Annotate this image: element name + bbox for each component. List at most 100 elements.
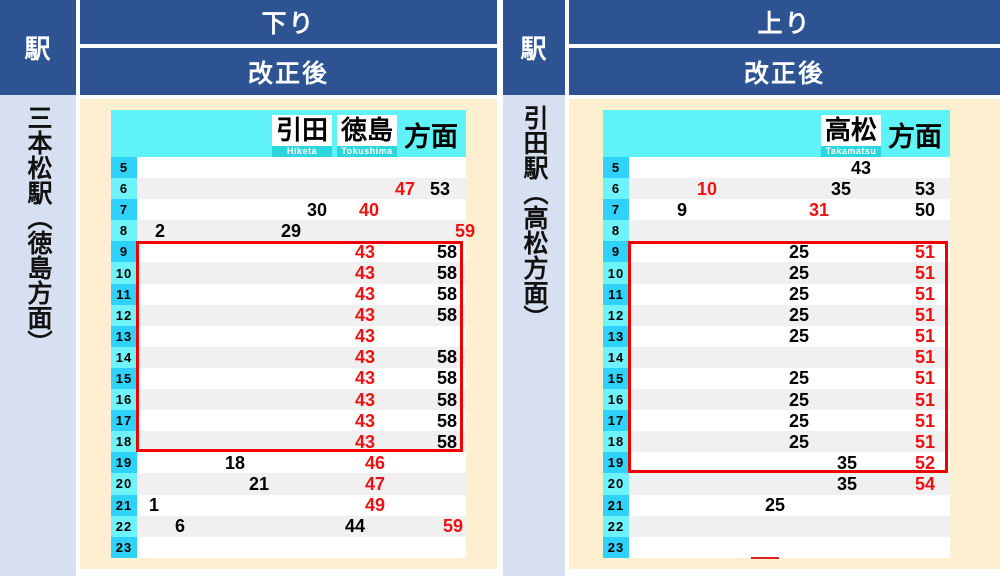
- minute-value: 35: [831, 178, 852, 199]
- departure-row: 14 51: [603, 346, 950, 368]
- minute-value: 40: [359, 199, 380, 220]
- minute-value: 29: [281, 220, 302, 241]
- departure-row: 14 43 58: [111, 346, 466, 368]
- departure-row: 5: [111, 157, 466, 179]
- hour-cell: 10: [111, 262, 137, 284]
- minute-value: 43: [355, 389, 376, 410]
- minute-cells: 43 58: [137, 305, 466, 326]
- departure-row: 23: [603, 536, 950, 558]
- minute-value: 51: [915, 305, 936, 326]
- minute-value: 58: [437, 241, 458, 262]
- minute-cells: 43 58: [137, 347, 466, 368]
- minute-value: 51: [915, 389, 936, 410]
- minute-value: 51: [915, 284, 936, 305]
- departure-row: 22: [603, 515, 950, 537]
- departure-row: 13 43: [111, 325, 466, 347]
- hour-cell: 19: [111, 452, 137, 474]
- station-name-inbound-text: 引田駅（高松方面）: [520, 105, 548, 330]
- minute-value: 54: [915, 473, 936, 494]
- minute-value: 25: [789, 241, 810, 262]
- station-column-header-outbound: 駅: [0, 0, 76, 95]
- hour-cell: 14: [603, 346, 629, 368]
- minute-value: 1: [149, 495, 160, 516]
- revision-header-outbound: 改正後: [80, 48, 497, 95]
- hour-cell: 22: [111, 515, 137, 537]
- hour-cell: 20: [111, 473, 137, 495]
- minute-value: 35: [837, 473, 858, 494]
- minute-cells: 51: [629, 347, 950, 368]
- hour-cell: 9: [603, 241, 629, 263]
- minute-value: 58: [437, 410, 458, 431]
- hour-cell: 12: [111, 304, 137, 326]
- direction-label-outbound: 下り: [261, 10, 316, 38]
- station-name-outbound-text: 三本松駅（徳島方面）: [24, 105, 52, 355]
- minute-value: 43: [355, 431, 376, 452]
- hour-cell: 13: [603, 325, 629, 347]
- hour-cell: 8: [603, 220, 629, 242]
- hour-cell: 17: [111, 410, 137, 432]
- minute-value: 47: [365, 473, 386, 494]
- minute-value: 58: [437, 389, 458, 410]
- departure-row: 16 43 58: [111, 389, 466, 411]
- hour-cell: 15: [111, 367, 137, 390]
- minute-cells: 25 51: [629, 284, 950, 305]
- minute-cells: 25 51: [629, 368, 950, 389]
- destination-romaji-takamatsu: Takamatsu: [820, 146, 881, 157]
- minute-cells: 18 46: [137, 452, 466, 473]
- destination-kanji-tokushima: 徳島: [336, 114, 397, 146]
- minute-cells: [137, 157, 466, 178]
- departure-row: 20 35 54: [603, 473, 950, 495]
- hour-cell: 15: [603, 367, 629, 390]
- minute-cells: 47 53: [137, 178, 466, 199]
- minute-cells: 43 58: [137, 368, 466, 389]
- hour-cell: 21: [111, 494, 137, 516]
- departure-row: 17 25 51: [603, 410, 950, 432]
- minute-cells: 43 58: [137, 410, 466, 431]
- minute-value: 6: [175, 516, 186, 537]
- minute-cells: 25: [629, 495, 950, 516]
- timetable-card-inbound: 高松 Takamatsu 方面 5 43 6 10 35 53 7 9 31 50 8 9 25 51 10…: [569, 99, 1000, 569]
- revision-label-inbound: 改正後: [743, 59, 825, 88]
- minute-value: 50: [915, 199, 936, 220]
- departure-row: 18 43 58: [111, 431, 466, 453]
- departure-row: 20 21 47: [111, 473, 466, 495]
- hour-cell: 7: [603, 199, 629, 221]
- destination-romaji-tokushima: Tokushima: [336, 146, 397, 157]
- departure-row: 5 43: [603, 157, 950, 179]
- destination-kanji-takamatsu: 高松: [820, 114, 881, 146]
- hour-cell: 16: [603, 389, 629, 411]
- minute-value: 58: [437, 347, 458, 368]
- station-column-outbound: 駅 三本松駅（徳島方面）: [0, 0, 76, 576]
- departure-row: 16 25 51: [603, 389, 950, 411]
- minute-cells: 21 47: [137, 473, 466, 494]
- minute-value: 44: [345, 516, 366, 537]
- departure-row: 7 9 31 50: [603, 199, 950, 221]
- departure-row: 11 25 51: [603, 283, 950, 305]
- destination-kanji-hiketa: 引田: [271, 114, 332, 146]
- departure-row: 19 35 52: [603, 452, 950, 474]
- minute-value: 25: [789, 326, 810, 347]
- departure-row: 23: [111, 536, 466, 558]
- minute-value: 58: [437, 305, 458, 326]
- hour-cell: 10: [603, 262, 629, 284]
- minute-value: 47: [395, 178, 416, 199]
- minute-cells: 10 35 53: [629, 178, 950, 199]
- timetable-card-outbound: 引田 Hiketa 徳島 Tokushima 方面 5 6 47 53 7 30 40 8 2 2…: [80, 99, 497, 569]
- minute-value: 51: [915, 410, 936, 431]
- hour-cell: 6: [603, 178, 629, 200]
- minute-cells: [629, 220, 950, 241]
- hour-cell: 5: [603, 157, 629, 179]
- destination-banner-inbound: 高松 Takamatsu 方面: [603, 110, 950, 157]
- departure-row: 12 43 58: [111, 304, 466, 326]
- minute-cells: 43 58: [137, 241, 466, 262]
- minute-value: 43: [355, 347, 376, 368]
- minute-cells: 43 58: [137, 389, 466, 410]
- direction-suffix-inbound: 方面: [888, 122, 942, 152]
- minute-value: 51: [915, 263, 936, 284]
- minute-value: 9: [677, 199, 688, 220]
- minute-value: 35: [837, 452, 858, 473]
- hour-cell: 17: [603, 410, 629, 432]
- hour-cell: 18: [603, 431, 629, 453]
- minute-cells: 25 51: [629, 262, 950, 283]
- minute-cells: 2 29 59: [137, 220, 475, 241]
